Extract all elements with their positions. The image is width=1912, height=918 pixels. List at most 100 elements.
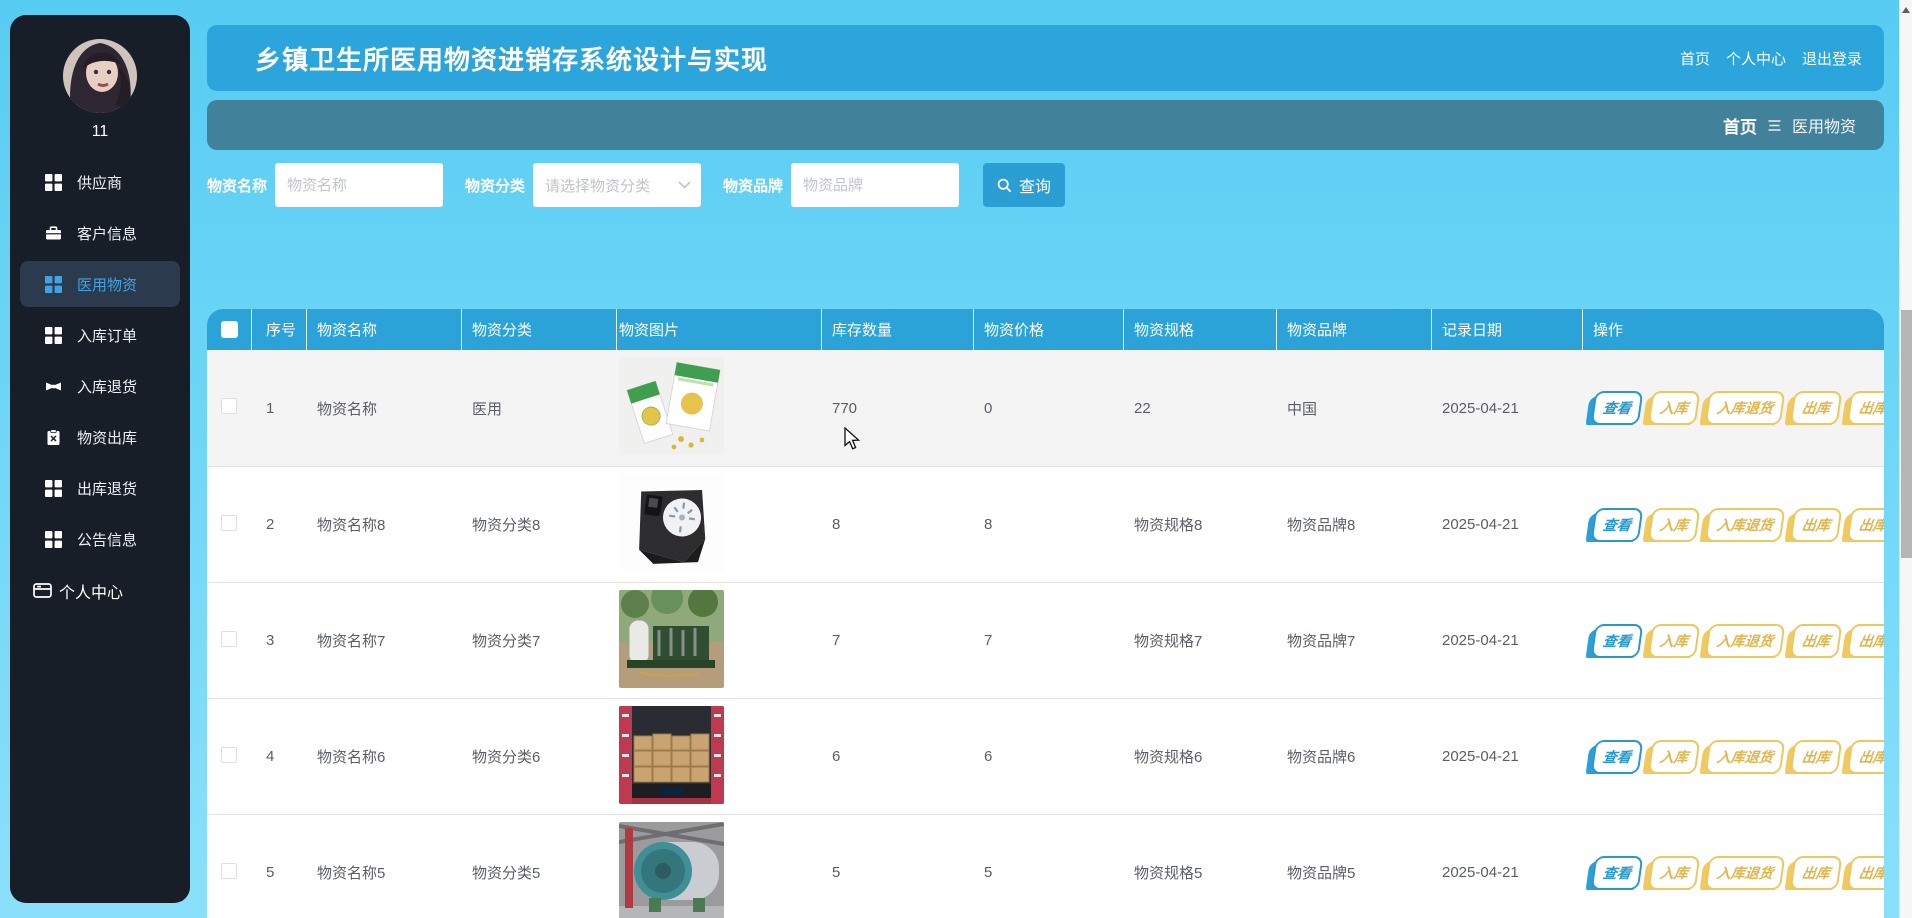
filter-bar: 物资名称 物资分类 请选择物资分类 物资品牌 查询 bbox=[207, 163, 1065, 207]
row-actions: 查看入库入库退货出库出库退货 bbox=[1593, 856, 1884, 890]
action-inbound-return-button[interactable]: 入库退货 bbox=[1705, 856, 1786, 890]
row-name: 物资名称8 bbox=[307, 514, 462, 535]
sidebar-item-入库退货[interactable]: 入库退货 bbox=[10, 361, 190, 412]
row-date: 2025-04-21 bbox=[1432, 516, 1583, 533]
row-name: 物资名称6 bbox=[307, 746, 462, 767]
row-date: 2025-04-21 bbox=[1432, 632, 1583, 649]
row-checkbox[interactable] bbox=[221, 398, 237, 414]
row-stock: 6 bbox=[822, 748, 974, 765]
grid-icon bbox=[45, 327, 62, 344]
table-header-row: 序号 物资名称 物资分类 物资图片 库存数量 物资价格 物资规格 物资品牌 记录… bbox=[207, 309, 1884, 350]
action-view-button[interactable]: 查看 bbox=[1591, 391, 1644, 425]
action-outbound-button[interactable]: 出库 bbox=[1790, 740, 1843, 774]
sidebar-item-医用物资[interactable]: 医用物资 bbox=[20, 261, 180, 307]
topnav-personal-center-link[interactable]: 个人中心 bbox=[1726, 48, 1786, 69]
sidebar-item-物资出库[interactable]: 物资出库 bbox=[10, 412, 190, 463]
header-date: 记录日期 bbox=[1432, 309, 1583, 350]
chevron-down-icon bbox=[678, 181, 691, 189]
page-title: 乡镇卫生所医用物资进销存系统设计与实现 bbox=[207, 40, 768, 77]
action-inbound-return-button[interactable]: 入库退货 bbox=[1705, 508, 1786, 542]
grid-icon bbox=[45, 276, 62, 293]
action-view-button[interactable]: 查看 bbox=[1591, 856, 1644, 890]
action-outbound-return-button[interactable]: 出库退货 bbox=[1847, 508, 1884, 542]
sidebar-item-入库订单[interactable]: 入库订单 bbox=[10, 310, 190, 361]
action-outbound-button[interactable]: 出库 bbox=[1790, 624, 1843, 658]
material-category-select[interactable]: 请选择物资分类 bbox=[533, 163, 701, 207]
row-brand: 物资品牌6 bbox=[1277, 746, 1432, 767]
briefcase-icon bbox=[45, 225, 62, 242]
table-row: 2 物资名称8 物资分类8 8 8 物资规格8 物资品牌8 2025-04-21… bbox=[207, 466, 1884, 582]
action-view-button[interactable]: 查看 bbox=[1591, 624, 1644, 658]
sidebar-item-出库退货[interactable]: 出库退货 bbox=[10, 463, 190, 514]
action-view-button[interactable]: 查看 bbox=[1591, 740, 1644, 774]
action-inbound-button[interactable]: 入库 bbox=[1648, 391, 1701, 425]
sidebar-item-供应商[interactable]: 供应商 bbox=[10, 157, 190, 208]
category-select-placeholder: 请选择物资分类 bbox=[545, 175, 678, 196]
header-stock: 库存数量 bbox=[822, 309, 974, 350]
action-view-button[interactable]: 查看 bbox=[1591, 508, 1644, 542]
username: 11 bbox=[10, 123, 190, 141]
action-inbound-return-button[interactable]: 入库退货 bbox=[1705, 624, 1786, 658]
action-inbound-button[interactable]: 入库 bbox=[1648, 624, 1701, 658]
action-outbound-return-button[interactable]: 出库退货 bbox=[1847, 740, 1884, 774]
sidebar-item-label: 入库退货 bbox=[77, 376, 137, 397]
medicine-boxes-photo bbox=[619, 357, 724, 455]
action-outbound-return-button[interactable]: 出库退货 bbox=[1847, 391, 1884, 425]
row-index: 4 bbox=[252, 748, 307, 765]
search-button-label: 查询 bbox=[1019, 173, 1051, 197]
action-inbound-button[interactable]: 入库 bbox=[1648, 740, 1701, 774]
header-name: 物资名称 bbox=[307, 309, 462, 350]
topnav-logout-link[interactable]: 退出登录 bbox=[1802, 48, 1862, 69]
scrollbar-thumb[interactable] bbox=[1901, 310, 1912, 558]
row-brand: 物资品牌5 bbox=[1277, 862, 1432, 883]
row-category: 医用 bbox=[462, 398, 617, 419]
sidebar-item-label: 客户信息 bbox=[77, 223, 137, 244]
row-index: 2 bbox=[252, 516, 307, 533]
action-inbound-return-button[interactable]: 入库退货 bbox=[1705, 740, 1786, 774]
row-checkbox[interactable] bbox=[221, 515, 237, 531]
scrollbar-up-arrow-icon[interactable] bbox=[1902, 7, 1910, 13]
breadcrumb-home[interactable]: 首页 bbox=[1723, 113, 1757, 138]
sidebar-item-personal-center[interactable]: 个人中心 bbox=[10, 565, 190, 616]
action-outbound-return-button[interactable]: 出库退货 bbox=[1847, 856, 1884, 890]
sidebar-item-客户信息[interactable]: 客户信息 bbox=[10, 208, 190, 259]
search-button[interactable]: 查询 bbox=[983, 163, 1065, 207]
action-outbound-button[interactable]: 出库 bbox=[1790, 508, 1843, 542]
row-name: 物资名称7 bbox=[307, 630, 462, 651]
grid-icon bbox=[45, 480, 62, 497]
material-name-input[interactable] bbox=[275, 163, 443, 207]
row-stock: 5 bbox=[822, 864, 974, 881]
row-checkbox[interactable] bbox=[221, 863, 237, 879]
sidebar-item-label: 医用物资 bbox=[77, 274, 137, 295]
table-body: 1 物资名称 医用 770 0 22 中国 2025-04-21 查看入库入库退… bbox=[207, 350, 1884, 918]
action-outbound-button[interactable]: 出库 bbox=[1790, 856, 1843, 890]
sidebar-item-label: 物资出库 bbox=[77, 427, 137, 448]
row-stock: 8 bbox=[822, 516, 974, 533]
row-stock: 7 bbox=[822, 632, 974, 649]
row-date: 2025-04-21 bbox=[1432, 748, 1583, 765]
sidebar-item-公告信息[interactable]: 公告信息 bbox=[10, 514, 190, 565]
truck-boxes-photo bbox=[619, 706, 724, 804]
row-checkbox[interactable] bbox=[221, 747, 237, 763]
action-inbound-button[interactable]: 入库 bbox=[1648, 508, 1701, 542]
vertical-scrollbar[interactable] bbox=[1899, 0, 1912, 918]
header-brand: 物资品牌 bbox=[1277, 309, 1432, 350]
materials-table: 序号 物资名称 物资分类 物资图片 库存数量 物资价格 物资规格 物资品牌 记录… bbox=[207, 309, 1884, 918]
black-device-photo bbox=[619, 474, 724, 572]
row-checkbox[interactable] bbox=[221, 631, 237, 647]
search-icon bbox=[997, 178, 1012, 193]
topnav-home-link[interactable]: 首页 bbox=[1680, 48, 1710, 69]
sidebar-item-label: 出库退货 bbox=[77, 478, 137, 499]
action-inbound-return-button[interactable]: 入库退货 bbox=[1705, 391, 1786, 425]
action-outbound-return-button[interactable]: 出库退货 bbox=[1847, 624, 1884, 658]
action-inbound-button[interactable]: 入库 bbox=[1648, 856, 1701, 890]
clipboard-icon bbox=[45, 429, 62, 446]
row-spec: 物资规格7 bbox=[1124, 630, 1277, 651]
material-brand-input[interactable] bbox=[791, 163, 959, 207]
row-spec: 22 bbox=[1124, 400, 1277, 417]
select-all-checkbox[interactable] bbox=[221, 321, 238, 338]
action-outbound-button[interactable]: 出库 bbox=[1790, 391, 1843, 425]
material-name-label: 物资名称 bbox=[207, 175, 267, 196]
row-actions: 查看入库入库退货出库出库退货 bbox=[1593, 508, 1884, 542]
sidebar-item-label: 个人中心 bbox=[59, 579, 123, 603]
